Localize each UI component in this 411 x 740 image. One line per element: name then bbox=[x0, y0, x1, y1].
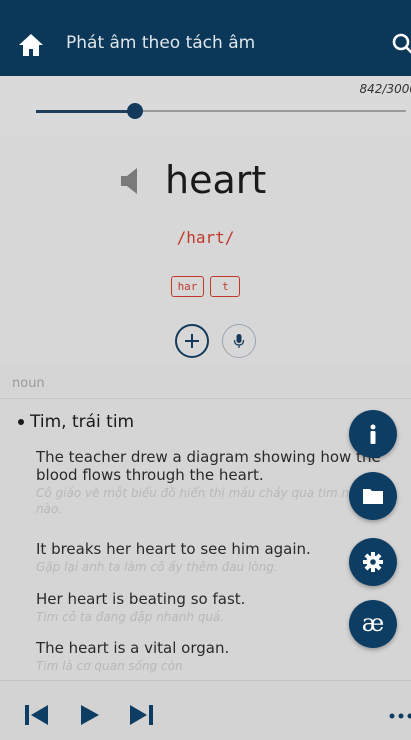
progress-area: 842/3000 bbox=[0, 76, 411, 136]
skip-previous-icon[interactable] bbox=[24, 703, 50, 727]
info-button[interactable] bbox=[349, 410, 397, 458]
info-icon bbox=[370, 424, 376, 444]
folder-icon bbox=[363, 489, 383, 504]
skip-next-icon[interactable] bbox=[128, 703, 154, 727]
app-bar: Phát âm theo tách âm bbox=[0, 0, 411, 76]
home-icon[interactable] bbox=[18, 33, 44, 57]
syllable-list: har t bbox=[0, 276, 411, 297]
search-icon[interactable] bbox=[392, 33, 411, 55]
bullet-icon bbox=[18, 419, 24, 425]
more-horizontal-icon[interactable] bbox=[389, 713, 411, 719]
ipa-label: æ bbox=[361, 609, 385, 637]
progress-slider[interactable] bbox=[36, 103, 406, 119]
microphone-icon bbox=[233, 334, 245, 348]
folder-button[interactable] bbox=[349, 472, 397, 520]
syllable-chip[interactable]: har bbox=[170, 276, 205, 297]
ipa-chart-button[interactable]: æ bbox=[349, 600, 397, 648]
part-of-speech: noun bbox=[12, 376, 45, 391]
slider-thumb[interactable] bbox=[127, 103, 143, 119]
settings-button[interactable] bbox=[349, 538, 397, 586]
headword: heart bbox=[165, 158, 267, 202]
gear-icon bbox=[363, 552, 383, 572]
page-title: Phát âm theo tách âm bbox=[66, 33, 256, 53]
slider-fill bbox=[36, 110, 135, 113]
record-button[interactable] bbox=[222, 324, 256, 358]
divider bbox=[0, 398, 411, 399]
player-bar bbox=[0, 680, 411, 740]
word-card: heart /hart/ har t bbox=[0, 136, 411, 366]
speaker-icon[interactable] bbox=[119, 167, 141, 195]
meaning-text: Tim, trái tim bbox=[30, 412, 135, 432]
example-english: The teacher drew a diagram showing how t… bbox=[36, 448, 381, 484]
add-word-button[interactable] bbox=[175, 324, 209, 358]
play-icon[interactable] bbox=[78, 703, 104, 727]
word-counter: 842/3000 bbox=[359, 82, 411, 96]
example-vietnamese: Tim là cơ quan sống còn bbox=[36, 659, 183, 673]
ipa-transcription: /hart/ bbox=[176, 228, 235, 247]
syllable-chip[interactable]: t bbox=[210, 276, 241, 297]
